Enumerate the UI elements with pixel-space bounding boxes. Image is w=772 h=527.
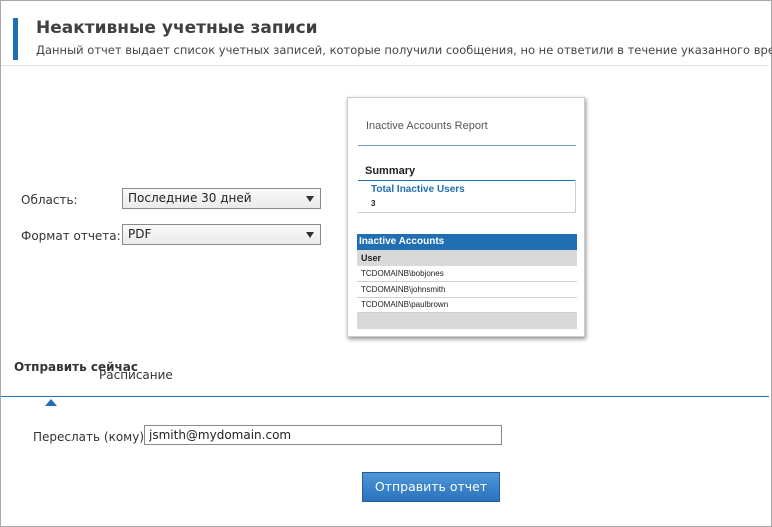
preview-row: TCDOMAINB\paulbrown [357, 297, 577, 313]
tab-divider [1, 396, 769, 397]
preview-table-footer [357, 313, 577, 329]
format-select-value: PDF [128, 227, 152, 241]
scope-label: Область: [21, 193, 78, 207]
active-tab-caret-icon [45, 399, 57, 406]
forward-label: Переслать (кому): [33, 430, 149, 444]
send-report-button[interactable]: Отправить отчет [362, 472, 500, 502]
preview-row: TCDOMAINB\bobjones [357, 266, 577, 282]
chevron-down-icon [306, 232, 314, 238]
format-label: Формат отчета: [21, 229, 121, 243]
page-title: Неактивные учетные записи [36, 18, 318, 38]
scope-select-value: Последние 30 дней [128, 191, 252, 205]
preview-column-header: User [357, 250, 577, 266]
preview-title: Inactive Accounts Report [366, 120, 488, 132]
page-subtitle: Данный отчет выдает список учетных запис… [36, 43, 772, 57]
preview-total-value: 3 [371, 199, 376, 208]
preview-section-heading: Inactive Accounts [357, 234, 577, 250]
tab-send-now[interactable]: Отправить сейчас [14, 360, 138, 375]
chevron-down-icon [306, 196, 314, 202]
scope-select[interactable]: Последние 30 дней [122, 188, 321, 209]
preview-summary-heading: Summary [365, 165, 416, 177]
format-select[interactable]: PDF [122, 224, 321, 245]
email-field[interactable] [144, 425, 502, 445]
tab-schedule[interactable]: Расписание [99, 368, 173, 382]
header-accent-bar [13, 18, 18, 60]
header-divider [1, 65, 769, 66]
preview-row: TCDOMAINB\johnsmith [357, 282, 577, 298]
report-preview: Inactive Accounts Report Summary Total I… [347, 97, 585, 337]
preview-title-divider [358, 145, 576, 146]
preview-total-label: Total Inactive Users [371, 184, 465, 195]
